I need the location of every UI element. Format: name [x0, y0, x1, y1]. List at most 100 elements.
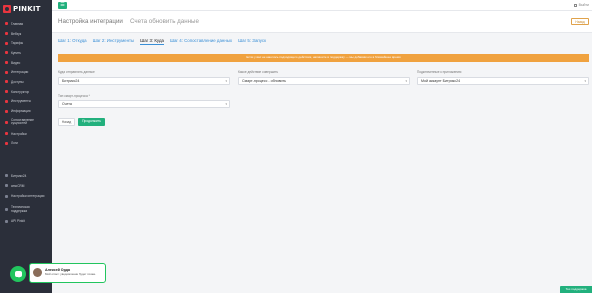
page-subtitle: Счета обновить данные — [130, 18, 199, 25]
chevron-down-icon: ▾ — [225, 79, 227, 83]
tech-support-button[interactable]: Тех.поддержка — [560, 286, 592, 293]
sidebar-item-label: Доступы — [11, 79, 24, 84]
tab-step-3[interactable]: Шаг 3: Куда — [140, 38, 164, 45]
logout-icon — [574, 3, 578, 7]
sidebar-item-main-10[interactable]: Сопоставление сущностей — [0, 116, 52, 129]
sidebar-item-main-6[interactable]: Доступы — [0, 77, 52, 87]
account-select[interactable]: Мой аккаунт Битрикс24 ▾ — [417, 77, 589, 85]
info-alert: Если у вас не нашлось подходящего действ… — [58, 54, 589, 62]
logo-icon — [3, 5, 11, 13]
action-label: Какое действие совершить — [238, 70, 279, 74]
sidebar-item-main-3[interactable]: Купить — [0, 48, 52, 58]
sidebar-item-main-5[interactable]: Интеграции — [0, 67, 52, 77]
sidebar-item-main-1[interactable]: Вебхук — [0, 29, 52, 39]
steps-tabs: Шаг 1: Откуда Шаг 2: Инструменты Шаг 3: … — [58, 38, 266, 45]
logo[interactable]: PINKIT — [3, 3, 49, 15]
chat-icon — [14, 271, 22, 278]
chat-popup[interactable]: Алексей Орда Мой ответ: уведомление буде… — [29, 263, 106, 283]
sidebar-item-main-0[interactable]: Главная — [0, 19, 52, 29]
logs-icon — [5, 141, 8, 145]
action-value: Смарт-процесс - обновить — [242, 79, 287, 83]
sidebar-item-label: Битрикс24 — [11, 173, 27, 178]
sidebar-item-label: Сопоставление сущностей — [11, 117, 34, 126]
sidebar-nav: Главная Вебхук Тарифы Купить Видео Интеграции… — [0, 19, 52, 148]
destination-label: Куда отправлять данные — [58, 70, 95, 74]
sidebar-item-label: Логи — [11, 141, 18, 146]
cart-icon — [5, 51, 8, 55]
sidebar-item-main-2[interactable]: Тарифы — [0, 38, 52, 48]
continue-button[interactable]: Продолжить — [78, 118, 105, 126]
home-icon — [5, 22, 8, 26]
sidebar-item-main-8[interactable]: Инструменты — [0, 97, 52, 107]
tariff-icon — [5, 41, 8, 45]
account-value: Мой аккаунт Битрикс24 — [421, 79, 461, 83]
sidebar-item-label: Видео — [11, 60, 21, 65]
sidebar-item-main-12[interactable]: Логи — [0, 139, 52, 149]
sidebar-item-label: API Pinkit — [11, 219, 25, 224]
tab-step-1[interactable]: Шаг 1: Откуда — [58, 38, 87, 45]
sidebar-item-main-4[interactable]: Видео — [0, 58, 52, 68]
topbar: ☰ Выйти — [52, 0, 592, 11]
sidebar-item-label: Вебхук — [11, 31, 22, 36]
video-icon — [5, 61, 8, 65]
logout-link[interactable]: Выйти — [574, 3, 589, 7]
builder-icon — [5, 90, 8, 94]
logout-label: Выйти — [578, 3, 589, 7]
integration-settings-icon — [5, 195, 8, 199]
avatar — [33, 268, 42, 277]
sidebar-item-label: Настройки интеграции — [11, 193, 45, 198]
back-button[interactable]: Назад — [58, 118, 75, 126]
chevron-down-icon: ▾ — [405, 79, 407, 83]
destination-select[interactable]: Битрикс24 ▾ — [58, 77, 230, 85]
brand-name: PINKIT — [13, 5, 41, 13]
support-icon — [5, 208, 8, 212]
action-select[interactable]: Смарт-процесс - обновить ▾ — [238, 77, 410, 85]
header-back-button[interactable]: Назад — [571, 18, 589, 25]
chat-message: Мой ответ: уведомление будет позже. — [45, 272, 97, 276]
sidebar-item-main-9[interactable]: Информация — [0, 106, 52, 116]
mapping-icon — [5, 120, 8, 124]
sidebar-item-label: Настройки — [11, 131, 27, 136]
bitrix-icon — [5, 174, 8, 178]
sidebar-item-main-11[interactable]: Настройки — [0, 129, 52, 139]
sidebar: PINKIT Главная Вебхук Тарифы Купить Видео Инт… — [0, 0, 52, 293]
amocrm-icon — [5, 184, 8, 188]
api-icon — [5, 219, 8, 223]
tab-step-2[interactable]: Шаг 2: Инструменты — [93, 38, 135, 45]
sidebar-item-secondary-2[interactable]: Настройки интеграции — [0, 190, 52, 203]
sidebar-item-secondary-4[interactable]: API Pinkit — [0, 216, 52, 226]
chevron-down-icon: ▾ — [225, 102, 227, 106]
sidebar-item-label: Интеграции — [11, 70, 29, 75]
sidebar-item-label: Купить — [11, 50, 22, 55]
menu-toggle-button[interactable]: ☰ — [58, 2, 67, 9]
info-icon — [5, 109, 8, 113]
sidebar-item-label: Главная — [11, 21, 24, 26]
webhook-icon — [5, 32, 8, 36]
settings-icon — [5, 132, 8, 136]
integration-icon — [5, 70, 8, 74]
sidebar-item-secondary-0[interactable]: Битрикс24 — [0, 171, 52, 181]
page-header: Настройка интеграции Счета обновить данн… — [52, 11, 592, 33]
page-title: Настройка интеграции — [58, 18, 123, 25]
chat-launcher-button[interactable] — [10, 266, 26, 282]
destination-value: Битрикс24 — [62, 79, 80, 83]
sidebar-item-label: Тарифы — [11, 41, 24, 46]
account-label: Подключенные к приложению — [417, 70, 462, 74]
sidebar-item-label: Конструктор — [11, 89, 30, 94]
sidebar-item-label: amoCRM — [11, 183, 25, 188]
tools-icon — [5, 99, 8, 103]
process-type-label: Тип смарт-процесса * — [58, 94, 90, 98]
sidebar-item-label: Информация — [11, 109, 31, 114]
process-type-select[interactable]: Счета ▾ — [58, 100, 230, 108]
key-icon — [5, 80, 8, 84]
tab-step-4[interactable]: Шаг 4: Сопоставление данных — [170, 38, 232, 45]
sidebar-item-label: Инструменты — [11, 99, 31, 104]
process-type-value: Счета — [62, 102, 72, 106]
sidebar-item-label: Техническая поддержка — [11, 205, 30, 213]
sidebar-secondary-nav: Битрикс24 amoCRM Настройки интеграции Техни… — [0, 171, 52, 226]
tab-step-5[interactable]: Шаг 5: Запуск — [238, 38, 266, 45]
sidebar-item-main-7[interactable]: Конструктор — [0, 87, 52, 97]
sidebar-item-secondary-1[interactable]: amoCRM — [0, 181, 52, 191]
sidebar-item-secondary-3[interactable]: Техническая поддержка — [0, 203, 52, 216]
chevron-down-icon: ▾ — [584, 79, 586, 83]
